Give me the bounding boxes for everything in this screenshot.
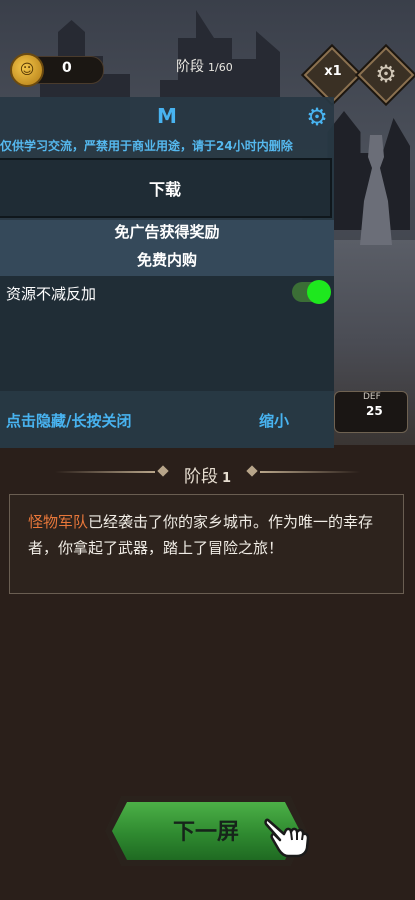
def-label: DEF <box>363 392 381 402</box>
story-text-box: 怪物军队已经袭击了你的家乡城市。作为唯一的幸存者，你拿起了武器，踏上了冒险之旅！ <box>9 494 404 594</box>
mod-settings-gear-icon[interactable]: ⚙ <box>304 104 330 130</box>
mod-menu-title: M <box>157 104 177 128</box>
shrink-button[interactable]: 缩小 <box>259 410 289 431</box>
download-button[interactable]: 下载 <box>0 158 332 218</box>
stage-progress: 阶段 1/60 <box>176 56 233 76</box>
def-value: 25 <box>366 404 383 418</box>
stage-heading-number: 1 <box>221 471 232 486</box>
stage-progress-count: 1/60 <box>208 61 233 74</box>
mod-menu-notice: 仅供学习交流，严禁用于商业用途，请于24小时内删除 <box>0 139 293 153</box>
feature-no-ads: 免广告获得奖励 <box>114 223 220 241</box>
coin-icon: ☺ <box>10 53 44 87</box>
stage-heading-label: 阶段 <box>183 467 218 487</box>
toggle-knob[interactable] <box>307 280 331 304</box>
coin-value: 0 <box>62 60 72 76</box>
gear-icon: ⚙ <box>375 60 397 88</box>
option-resource-label: 资源不减反加 <box>6 285 97 303</box>
hide-close-button[interactable]: 点击隐藏/长按关闭 <box>6 410 131 431</box>
stage-progress-label: 阶段 <box>176 59 204 75</box>
story-highlight: 怪物军队 <box>28 513 89 531</box>
speed-label: x1 <box>324 64 342 79</box>
pointing-hand-icon <box>264 818 310 858</box>
stage-heading: 阶段 1 <box>0 462 415 487</box>
feature-free-iap: 免费内购 <box>136 251 197 269</box>
